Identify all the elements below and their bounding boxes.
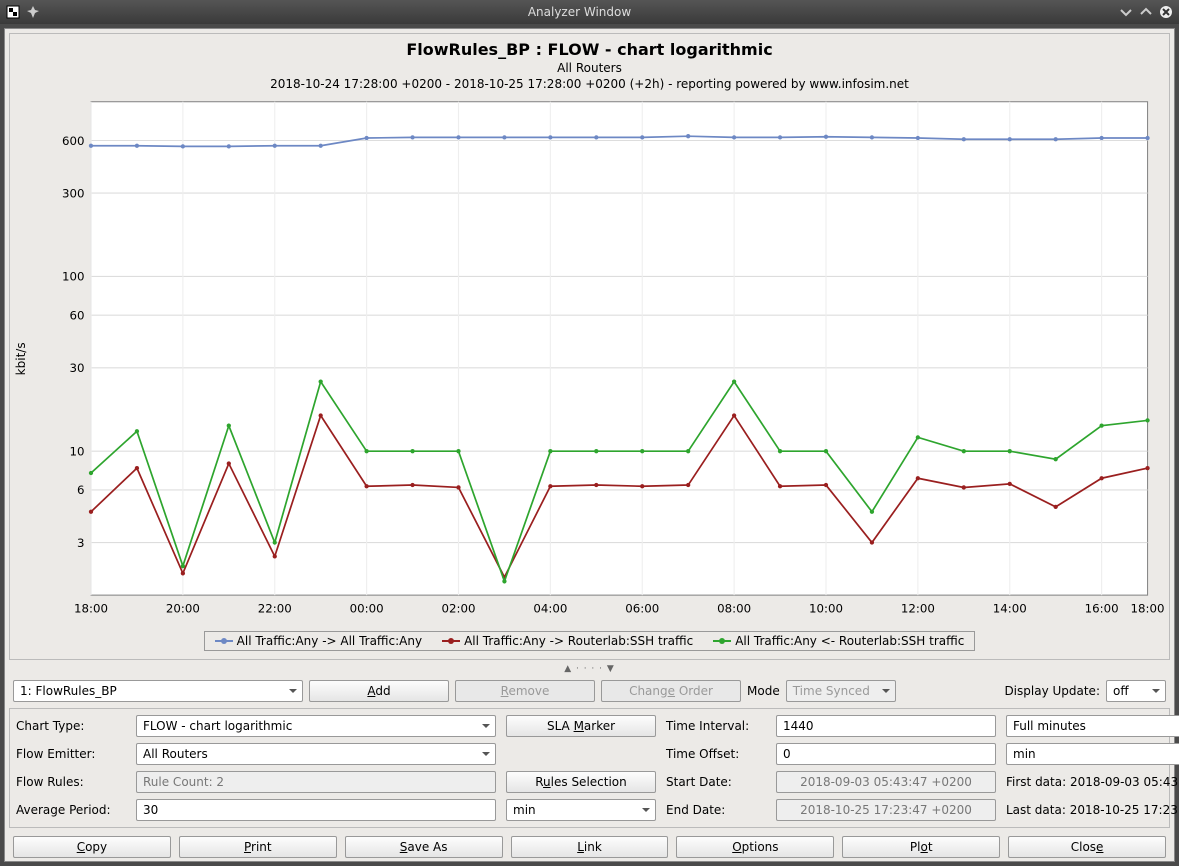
remove-button: Remove	[455, 680, 595, 702]
minimize-icon[interactable]	[1119, 5, 1133, 19]
svg-text:16:00: 16:00	[1085, 601, 1119, 615]
chart-frame: FlowRules_BP : FLOW - chart logarithmic …	[9, 33, 1170, 660]
svg-text:02:00: 02:00	[442, 601, 476, 615]
display-update-select[interactable]: off	[1106, 680, 1166, 702]
chart-type-label: Chart Type:	[16, 719, 126, 733]
change-order-button: Change Order	[601, 680, 741, 702]
flow-rules-label: Flow Rules:	[16, 775, 126, 789]
time-offset-label: Time Offset:	[666, 747, 766, 761]
pin-icon[interactable]	[26, 5, 40, 19]
time-interval-input[interactable]: 1440	[776, 715, 996, 737]
svg-text:22:00: 22:00	[258, 601, 292, 615]
svg-text:18:00: 18:00	[74, 601, 108, 615]
start-date-field: 2018-09-03 05:43:47 +0200	[776, 771, 996, 793]
svg-text:20:00: 20:00	[166, 601, 200, 615]
flow-select[interactable]: 1: FlowRules_BP	[13, 680, 303, 702]
mode-label: Mode	[747, 684, 780, 698]
svg-text:3: 3	[77, 536, 85, 550]
svg-text:08:00: 08:00	[717, 601, 751, 615]
mode-select: Time Synced	[786, 680, 896, 702]
analyzer-window: Analyzer Window FlowRules_BP : FLOW - ch…	[0, 0, 1179, 866]
display-update-label: Display Update:	[1004, 684, 1100, 698]
save-as-button[interactable]: Save As	[345, 836, 503, 858]
chart-range: 2018-10-24 17:28:00 +0200 - 2018-10-25 1…	[10, 77, 1169, 91]
avg-period-label: Average Period:	[16, 803, 126, 817]
avg-period-unit[interactable]: min	[506, 799, 656, 821]
svg-text:00:00: 00:00	[350, 601, 384, 615]
svg-text:100: 100	[62, 270, 85, 284]
titlebar[interactable]: Analyzer Window	[0, 0, 1179, 24]
time-offset-input[interactable]: 0	[776, 743, 996, 765]
svg-text:60: 60	[70, 309, 85, 323]
flow-emitter-select[interactable]: All Routers	[136, 743, 496, 765]
svg-text:14:00: 14:00	[993, 601, 1027, 615]
avg-period-input[interactable]: 30	[136, 799, 496, 821]
options-button[interactable]: Options	[676, 836, 834, 858]
window-title: Analyzer Window	[40, 5, 1119, 19]
sla-marker-button[interactable]: SLA Marker	[506, 715, 656, 737]
splitter[interactable]: ▲ · · · · ▼	[9, 664, 1170, 674]
svg-text:10: 10	[70, 444, 85, 458]
client-area: FlowRules_BP : FLOW - chart logarithmic …	[4, 28, 1175, 862]
svg-text:300: 300	[62, 186, 85, 200]
time-offset-unit[interactable]: min	[1006, 743, 1179, 765]
svg-text:18:00: 18:00	[1131, 601, 1165, 615]
chart-type-select[interactable]: FLOW - chart logarithmic	[136, 715, 496, 737]
rules-selection-button[interactable]: Rules Selection	[506, 771, 656, 793]
maximize-icon[interactable]	[1139, 5, 1153, 19]
add-button[interactable]: Add	[309, 680, 449, 702]
first-data-text: First data: 2018-09-03 05:43	[1006, 775, 1179, 789]
end-date-label: End Date:	[666, 803, 766, 817]
print-button[interactable]: Print	[179, 836, 337, 858]
svg-text:06:00: 06:00	[625, 601, 659, 615]
last-data-text: Last data: 2018-10-25 17:23	[1006, 803, 1179, 817]
copy-button[interactable]: Copy	[13, 836, 171, 858]
chart-subtitle: All Routers	[10, 61, 1169, 75]
chart-title: FlowRules_BP : FLOW - chart logarithmic	[10, 40, 1169, 59]
link-button[interactable]: Link	[511, 836, 669, 858]
plot-button[interactable]: Plot	[842, 836, 1000, 858]
svg-text:30: 30	[70, 361, 85, 375]
legend-item-2: All Traffic:Any -> Routerlab:SSH traffic	[442, 634, 693, 648]
form-panel: Chart Type: FLOW - chart logarithmic SLA…	[9, 708, 1170, 828]
legend: All Traffic:Any -> All Traffic:Any All T…	[204, 631, 976, 651]
svg-text:6: 6	[77, 483, 85, 497]
chart-plot[interactable]: 3 6 10 30 60 100 300 600 18:00 20:00 22:00 00:00 02:…	[32, 91, 1169, 627]
start-date-label: Start Date:	[666, 775, 766, 789]
svg-text:600: 600	[62, 134, 85, 148]
close-icon[interactable]	[1159, 5, 1173, 19]
flow-toolbar: 1: FlowRules_BP Add Remove Change Order …	[9, 678, 1170, 704]
app-icon	[6, 5, 20, 19]
svg-text:10:00: 10:00	[809, 601, 843, 615]
bottom-toolbar: Copy Print Save As Link Options Plot Clo…	[9, 832, 1170, 862]
time-interval-unit[interactable]: Full minutes	[1006, 715, 1179, 737]
svg-text:12:00: 12:00	[901, 601, 935, 615]
y-axis-label: kbit/s	[10, 91, 32, 627]
flow-emitter-label: Flow Emitter:	[16, 747, 126, 761]
end-date-field: 2018-10-25 17:23:47 +0200	[776, 799, 996, 821]
legend-item-1: All Traffic:Any -> All Traffic:Any	[215, 634, 422, 648]
flow-rules-field: Rule Count: 2	[136, 771, 496, 793]
time-interval-label: Time Interval:	[666, 719, 766, 733]
legend-item-3: All Traffic:Any <- Routerlab:SSH traffic	[713, 634, 964, 648]
svg-text:04:00: 04:00	[533, 601, 567, 615]
close-button[interactable]: Close	[1008, 836, 1166, 858]
